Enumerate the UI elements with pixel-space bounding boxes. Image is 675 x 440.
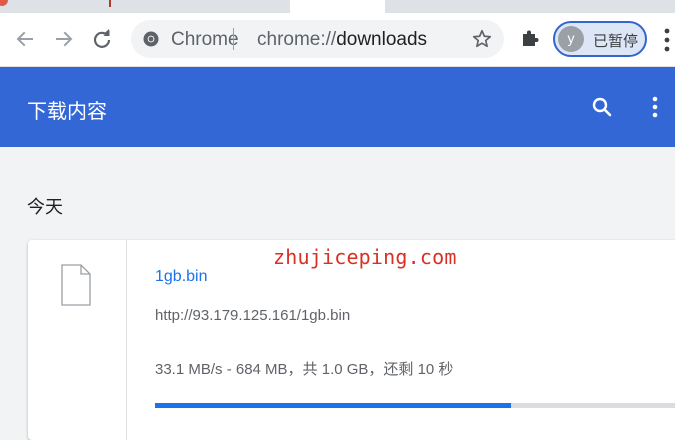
menu-dots-icon[interactable] bbox=[663, 27, 671, 53]
tab-background[interactable] bbox=[385, 0, 675, 13]
url-scheme: chrome:// bbox=[257, 29, 337, 50]
tab-background[interactable] bbox=[0, 0, 290, 13]
forward-button[interactable] bbox=[52, 27, 76, 51]
download-progress-bar bbox=[155, 403, 675, 408]
profile-button[interactable]: y 已暂停 bbox=[553, 21, 647, 57]
tab-active[interactable] bbox=[290, 0, 385, 13]
reload-button[interactable] bbox=[90, 27, 114, 51]
back-arrow-icon bbox=[16, 31, 33, 47]
search-icon[interactable] bbox=[590, 95, 614, 119]
back-button[interactable] bbox=[13, 27, 37, 51]
star-icon[interactable] bbox=[471, 28, 493, 50]
omnibox-url[interactable]: chrome://downloads bbox=[257, 29, 427, 51]
downloads-header: 下载内容 bbox=[0, 67, 675, 147]
download-item: 1gb.bin http://93.179.125.161/1gb.bin 33… bbox=[28, 240, 675, 440]
more-options-icon[interactable] bbox=[650, 95, 660, 119]
omnibox-site-label: Chrome bbox=[171, 29, 239, 50]
page-title: 下载内容 bbox=[27, 101, 107, 123]
download-source-url[interactable]: http://93.179.125.161/1gb.bin bbox=[155, 307, 350, 324]
omnibox[interactable]: Chrome chrome://downloads bbox=[131, 20, 504, 58]
file-icon bbox=[61, 264, 91, 306]
file-icon-column bbox=[28, 240, 127, 440]
avatar: y bbox=[558, 26, 584, 52]
extensions-puzzle-icon[interactable] bbox=[519, 28, 541, 50]
tab-favicon bbox=[0, 0, 8, 6]
tab-strip bbox=[0, 0, 675, 13]
download-progress-fill bbox=[155, 403, 512, 408]
download-status: 33.1 MB/s - 684 MB，共 1.0 GB，还剩 10 秒 bbox=[155, 361, 454, 378]
chrome-logo-icon bbox=[143, 31, 159, 47]
tab-favicon bbox=[109, 0, 111, 7]
date-section-heading: 今天 bbox=[27, 197, 63, 217]
forward-arrow-icon bbox=[56, 31, 73, 47]
watermark: zhujiceping.com bbox=[273, 245, 457, 269]
url-host: downloads bbox=[336, 29, 428, 50]
profile-status-label: 已暂停 bbox=[593, 33, 639, 50]
reload-icon bbox=[93, 29, 111, 48]
download-file-link[interactable]: 1gb.bin bbox=[155, 268, 208, 286]
omnibox-separator bbox=[233, 28, 234, 50]
browser-toolbar: Chrome chrome://downloads y 已暂停 bbox=[0, 13, 675, 67]
